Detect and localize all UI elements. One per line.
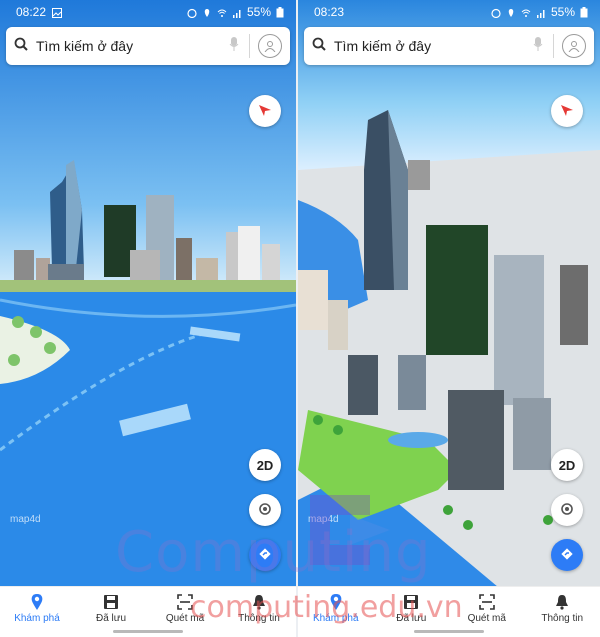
user-avatar-icon[interactable] bbox=[258, 34, 282, 58]
map-pin-icon bbox=[329, 593, 343, 614]
gesture-bar bbox=[113, 630, 183, 633]
battery-level: 55% bbox=[550, 5, 575, 19]
battery-icon bbox=[580, 7, 590, 18]
nav-explore[interactable]: Khám phá bbox=[298, 587, 374, 624]
search-bar[interactable]: Tìm kiếm ở đây bbox=[6, 27, 290, 65]
screen-right: map4d 08:23 55% Tìm kiếm ở đây 2D Khám p… bbox=[296, 0, 600, 637]
microphone-icon[interactable] bbox=[229, 36, 239, 57]
gallery-notification-icon bbox=[52, 7, 63, 18]
nav-explore-label: Khám phá bbox=[14, 613, 60, 624]
nav-explore[interactable]: Khám phá bbox=[0, 587, 74, 624]
bell-icon bbox=[251, 594, 267, 613]
nav-saved[interactable]: Đã lưu bbox=[74, 587, 148, 624]
map-provider-logo: map4d bbox=[308, 514, 339, 525]
directions-icon bbox=[560, 547, 574, 564]
wifi-icon bbox=[521, 7, 531, 17]
user-avatar-icon[interactable] bbox=[562, 34, 586, 58]
status-time: 08:22 bbox=[16, 5, 47, 19]
screen-left: map4d 08:22 55% Tìm kiếm ở đây 2D Khám p… bbox=[0, 0, 296, 637]
my-location-button[interactable] bbox=[249, 494, 281, 526]
floppy-disk-icon bbox=[403, 594, 419, 613]
divider bbox=[249, 34, 250, 58]
directions-button[interactable] bbox=[249, 539, 281, 571]
battery-level: 55% bbox=[246, 5, 271, 19]
nav-scan[interactable]: Quét mã bbox=[449, 587, 525, 624]
nav-saved-label: Đã lưu bbox=[95, 613, 127, 624]
nav-saved[interactable]: Đã lưu bbox=[374, 587, 450, 624]
signal-icon bbox=[536, 7, 546, 18]
directions-button[interactable] bbox=[551, 539, 583, 571]
bell-icon bbox=[554, 594, 570, 613]
battery-icon bbox=[276, 7, 286, 18]
map-pin-icon bbox=[30, 593, 44, 614]
gesture-bar bbox=[414, 630, 484, 633]
alarm-icon bbox=[491, 7, 501, 19]
alarm-icon bbox=[187, 7, 197, 19]
wifi-icon bbox=[217, 7, 227, 17]
status-bar: 08:22 55% bbox=[0, 0, 296, 24]
compass-icon bbox=[559, 102, 575, 121]
my-location-button[interactable] bbox=[551, 494, 583, 526]
compass-icon bbox=[257, 102, 273, 121]
qr-scan-icon bbox=[177, 593, 193, 613]
location-icon bbox=[202, 7, 212, 17]
status-bar: 08:23 55% bbox=[298, 0, 600, 24]
nav-scan-label: Quét mã bbox=[165, 613, 205, 624]
nav-explore-label: Khám phá bbox=[312, 613, 359, 624]
microphone-icon[interactable] bbox=[533, 36, 543, 57]
view-mode-button[interactable]: 2D bbox=[249, 449, 281, 481]
search-input[interactable]: Tìm kiếm ở đây bbox=[334, 38, 527, 54]
map-provider-logo: map4d bbox=[10, 514, 41, 525]
search-icon bbox=[14, 37, 28, 56]
nav-info-label: Thông tin bbox=[541, 613, 584, 624]
nav-scan[interactable]: Quét mã bbox=[148, 587, 222, 624]
crosshair-icon bbox=[559, 501, 575, 520]
search-icon bbox=[312, 37, 326, 56]
view-mode-button[interactable]: 2D bbox=[551, 449, 583, 481]
nav-saved-label: Đã lưu bbox=[396, 613, 427, 624]
compass-button[interactable] bbox=[551, 95, 583, 127]
search-bar[interactable]: Tìm kiếm ở đây bbox=[304, 27, 594, 65]
floppy-disk-icon bbox=[103, 594, 119, 613]
search-input[interactable]: Tìm kiếm ở đây bbox=[36, 38, 223, 54]
compass-button[interactable] bbox=[249, 95, 281, 127]
divider bbox=[553, 34, 554, 58]
directions-icon bbox=[258, 547, 272, 564]
qr-scan-icon bbox=[478, 593, 495, 613]
location-icon bbox=[506, 7, 516, 17]
nav-scan-label: Quét mã bbox=[467, 613, 506, 624]
signal-icon bbox=[232, 7, 242, 18]
status-time: 08:23 bbox=[314, 5, 345, 19]
nav-info-label: Thông tin bbox=[238, 613, 280, 624]
nav-info[interactable]: Thông tin bbox=[525, 587, 600, 624]
nav-info[interactable]: Thông tin bbox=[222, 587, 296, 624]
crosshair-icon bbox=[257, 501, 273, 520]
